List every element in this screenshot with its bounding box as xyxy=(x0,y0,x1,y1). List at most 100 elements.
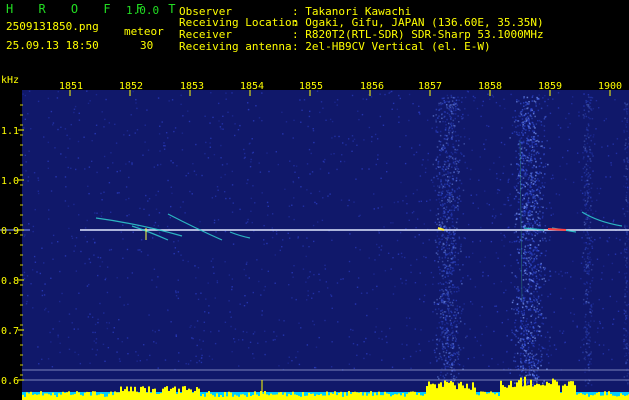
noise-speckle xyxy=(338,135,340,138)
noise-speckle xyxy=(324,268,327,270)
band-speckle xyxy=(590,139,593,142)
band-speckle xyxy=(448,200,450,203)
band-speckle xyxy=(535,311,537,313)
band-speckle xyxy=(531,130,534,132)
band-speckle xyxy=(457,108,459,110)
band-speckle xyxy=(585,234,587,236)
noise-speckle xyxy=(195,355,197,358)
band-speckle xyxy=(452,377,455,380)
level-bar-segment xyxy=(254,391,256,400)
noise-speckle xyxy=(208,355,211,357)
band-speckle xyxy=(446,138,449,141)
band-speckle xyxy=(438,221,441,224)
level-bar-segment xyxy=(224,392,226,400)
band-speckle xyxy=(516,248,519,250)
noise-speckle xyxy=(159,150,161,152)
band-speckle xyxy=(527,239,529,241)
band-speckle xyxy=(527,244,529,247)
band-speckle xyxy=(585,211,588,214)
band-speckle xyxy=(625,279,628,282)
noise-speckle xyxy=(458,363,461,366)
band-speckle xyxy=(445,221,448,223)
band-speckle xyxy=(626,231,628,233)
level-bar-segment xyxy=(72,394,74,400)
band-speckle xyxy=(453,226,456,229)
noise-speckle xyxy=(602,216,605,219)
level-bar-segment xyxy=(516,382,518,400)
level-bar-segment xyxy=(568,381,570,400)
band-speckle xyxy=(534,256,537,258)
level-bar-segment xyxy=(160,393,162,400)
noise-speckle xyxy=(589,173,591,176)
band-speckle xyxy=(521,323,523,325)
band-speckle xyxy=(448,107,450,110)
level-bar-segment xyxy=(536,383,538,400)
noise-speckle xyxy=(312,224,315,227)
noise-speckle xyxy=(593,320,595,322)
band-speckle xyxy=(518,213,521,215)
band-speckle xyxy=(589,207,591,209)
band-speckle xyxy=(539,171,541,173)
band-speckle xyxy=(532,376,535,378)
noise-speckle xyxy=(56,97,59,99)
noise-speckle xyxy=(504,107,506,110)
band-speckle xyxy=(441,192,443,195)
level-bar-segment xyxy=(322,395,324,400)
band-speckle xyxy=(522,274,524,276)
band-speckle xyxy=(625,199,627,201)
noise-speckle xyxy=(69,138,71,140)
band-speckle xyxy=(525,129,527,131)
noise-speckle xyxy=(511,329,513,331)
band-speckle xyxy=(539,240,541,242)
band-speckle xyxy=(538,217,540,219)
noise-speckle xyxy=(499,178,502,181)
noise-speckle xyxy=(365,98,368,101)
band-speckle xyxy=(527,283,530,285)
noise-speckle xyxy=(568,112,570,115)
band-speckle xyxy=(530,153,533,156)
noise-speckle xyxy=(323,161,325,163)
band-speckle xyxy=(589,239,591,241)
band-speckle xyxy=(515,218,518,220)
band-speckle xyxy=(626,210,629,213)
band-speckle xyxy=(454,117,457,120)
noise-speckle xyxy=(163,145,165,147)
band-speckle xyxy=(526,259,528,261)
noise-speckle xyxy=(174,127,177,129)
level-bar-segment xyxy=(394,394,396,400)
band-speckle xyxy=(453,368,455,370)
band-speckle xyxy=(446,362,449,365)
noise-speckle xyxy=(37,179,40,182)
band-speckle xyxy=(626,168,629,170)
band-speckle xyxy=(538,119,541,122)
band-speckle xyxy=(524,269,526,272)
level-bar-segment xyxy=(170,388,172,400)
noise-speckle xyxy=(293,218,295,221)
noise-speckle xyxy=(246,102,249,104)
band-speckle xyxy=(528,159,530,162)
level-bar-segment xyxy=(396,394,398,400)
band-speckle xyxy=(519,216,521,219)
band-speckle xyxy=(441,245,443,248)
noise-speckle xyxy=(447,275,449,277)
band-speckle xyxy=(511,132,514,135)
noise-speckle xyxy=(559,330,561,332)
band-speckle xyxy=(524,162,526,165)
noise-speckle xyxy=(543,135,546,137)
band-speckle xyxy=(442,331,444,333)
noise-speckle xyxy=(340,199,343,201)
band-speckle xyxy=(519,102,522,105)
band-speckle xyxy=(439,120,441,123)
noise-speckle xyxy=(356,144,358,147)
level-bar-segment xyxy=(532,386,534,400)
band-speckle xyxy=(444,202,446,205)
noise-speckle xyxy=(231,184,234,186)
band-speckle xyxy=(535,211,537,213)
noise-speckle xyxy=(315,203,318,205)
level-bar-segment xyxy=(44,393,46,400)
band-speckle xyxy=(528,233,530,235)
band-speckle xyxy=(443,160,446,163)
noise-speckle xyxy=(356,286,359,288)
band-speckle xyxy=(444,359,446,362)
noise-speckle xyxy=(336,168,338,171)
